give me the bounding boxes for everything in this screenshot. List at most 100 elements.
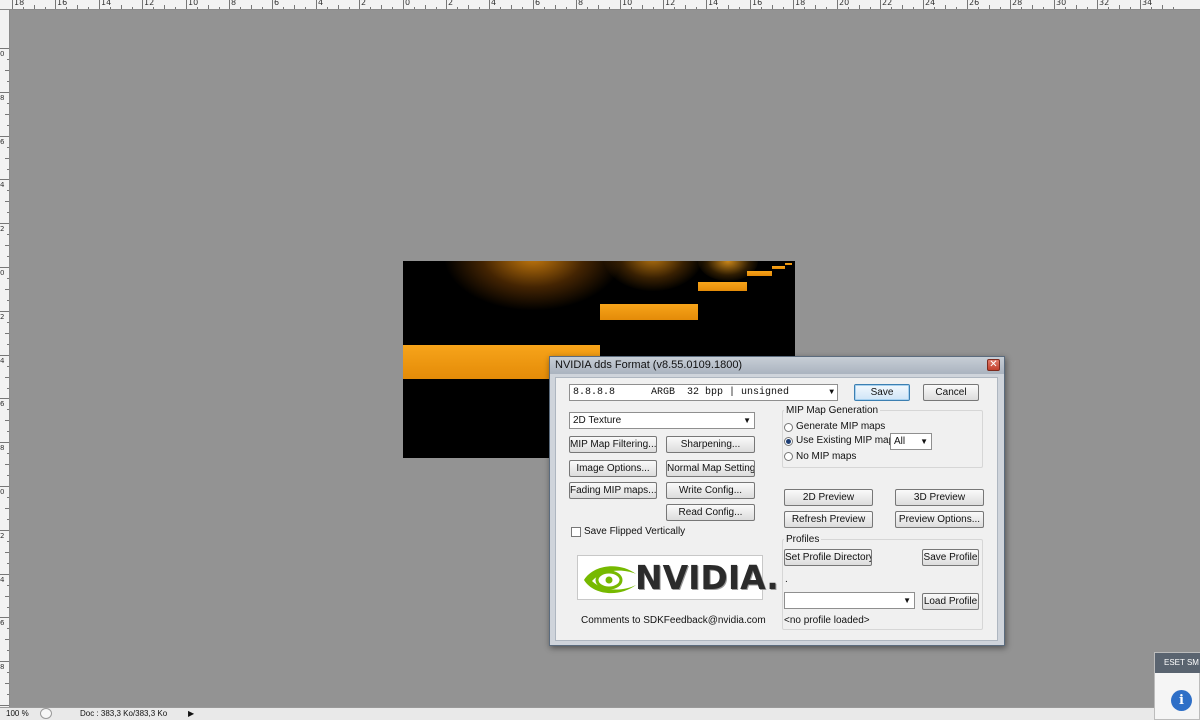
profile-directory-path: . bbox=[785, 574, 788, 585]
status-bar: 100 % Doc : 383,3 Ko/383,3 Ko ▶ bbox=[0, 707, 1200, 720]
ruler-minor-tick bbox=[804, 7, 805, 9]
ruler-tick bbox=[0, 267, 9, 268]
profiles-label: Profiles bbox=[784, 534, 822, 545]
ruler-minor-tick bbox=[5, 596, 9, 597]
ruler-label: 8 bbox=[578, 0, 584, 7]
ruler-label: 2 bbox=[0, 532, 5, 540]
ruler-minor-tick bbox=[7, 607, 9, 608]
no-mip-radio[interactable] bbox=[784, 452, 793, 461]
light-strip bbox=[785, 263, 792, 265]
ruler-label: 12 bbox=[665, 0, 676, 7]
profile-status-text: <no profile loaded> bbox=[784, 615, 870, 626]
image-options-button[interactable]: Image Options... bbox=[569, 460, 657, 477]
ruler-minor-tick bbox=[7, 103, 9, 104]
ruler-minor-tick bbox=[7, 541, 9, 542]
preview-options-button[interactable]: Preview Options... bbox=[895, 511, 984, 528]
ruler-minor-tick bbox=[7, 125, 9, 126]
save-button[interactable]: Save bbox=[854, 384, 910, 401]
ruler-tick bbox=[446, 0, 447, 9]
cancel-button[interactable]: Cancel bbox=[923, 384, 979, 401]
ruler-minor-tick bbox=[7, 694, 9, 695]
read-config-button[interactable]: Read Config... bbox=[666, 504, 755, 521]
ruler-minor-tick bbox=[728, 5, 729, 9]
ruler-minor-tick bbox=[7, 278, 9, 279]
light-strip bbox=[772, 266, 785, 269]
ruler-minor-tick bbox=[1032, 5, 1033, 9]
ruler-minor-tick bbox=[175, 7, 176, 9]
texture-type-select[interactable]: 2D Texture ▼ bbox=[569, 412, 755, 429]
close-button[interactable]: ✕ bbox=[987, 359, 1000, 371]
ruler-minor-tick bbox=[642, 5, 643, 9]
zoom-icon[interactable] bbox=[40, 708, 52, 719]
ruler-label: 10 bbox=[188, 0, 199, 7]
ruler-minor-tick bbox=[631, 7, 632, 9]
ruler-tick bbox=[99, 0, 100, 9]
ruler-tick bbox=[620, 0, 621, 9]
ruler-minor-tick bbox=[34, 5, 35, 9]
ruler-minor-tick bbox=[5, 158, 9, 159]
normal-map-settings-button[interactable]: Normal Map Settings... bbox=[666, 460, 755, 477]
ruler-label: 0 bbox=[405, 0, 411, 7]
ruler-minor-tick bbox=[522, 7, 523, 9]
ruler-tick bbox=[967, 0, 968, 9]
sharpening-button[interactable]: Sharpening... bbox=[666, 436, 755, 453]
profile-select[interactable]: ▼ bbox=[784, 592, 915, 609]
ruler-minor-tick bbox=[1151, 7, 1152, 9]
status-menu-arrow-icon[interactable]: ▶ bbox=[188, 709, 194, 718]
ruler-tick bbox=[576, 0, 577, 9]
ruler-label: 6 bbox=[274, 0, 280, 7]
ruler-minor-tick bbox=[7, 431, 9, 432]
ruler-minor-tick bbox=[370, 7, 371, 9]
ruler-label: 32 bbox=[1099, 0, 1110, 7]
eset-header: ESET SM bbox=[1155, 653, 1200, 673]
ruler-minor-tick bbox=[5, 333, 9, 334]
ruler-label: 6 bbox=[535, 0, 541, 7]
ruler-tick bbox=[0, 136, 9, 137]
generate-mip-radio[interactable] bbox=[784, 423, 793, 432]
2d-preview-button[interactable]: 2D Preview bbox=[784, 489, 873, 506]
ruler-label: 8 bbox=[0, 663, 5, 671]
ruler-vertical[interactable]: 0864202468024682 bbox=[0, 10, 10, 707]
light-glow bbox=[603, 261, 703, 291]
save-profile-button[interactable]: Save Profile bbox=[922, 549, 979, 566]
mip-map-filtering-button[interactable]: MIP Map Filtering... bbox=[569, 436, 657, 453]
ruler-minor-tick bbox=[5, 508, 9, 509]
ruler-minor-tick bbox=[251, 5, 252, 9]
ruler-minor-tick bbox=[240, 7, 241, 9]
write-config-button[interactable]: Write Config... bbox=[666, 482, 755, 499]
fading-mip-maps-button[interactable]: Fading MIP maps... bbox=[569, 482, 657, 499]
ruler-tick bbox=[1097, 0, 1098, 9]
3d-preview-button[interactable]: 3D Preview bbox=[895, 489, 984, 506]
save-flipped-checkbox[interactable] bbox=[571, 527, 581, 537]
ruler-minor-tick bbox=[848, 7, 849, 9]
load-profile-button[interactable]: Load Profile bbox=[922, 593, 979, 610]
eset-notification[interactable]: ESET SM i bbox=[1154, 652, 1200, 720]
ruler-minor-tick bbox=[349, 7, 350, 9]
ruler-minor-tick bbox=[7, 409, 9, 410]
ruler-label: 2 bbox=[0, 225, 5, 233]
ruler-minor-tick bbox=[77, 5, 78, 9]
zoom-level[interactable]: 100 % bbox=[6, 709, 29, 718]
ruler-minor-tick bbox=[121, 5, 122, 9]
dialog-titlebar[interactable]: NVIDIA dds Format (v8.55.0109.1800) ✕ bbox=[550, 357, 1004, 374]
mip-count-select[interactable]: All ▼ bbox=[890, 433, 932, 450]
ruler-minor-tick bbox=[1119, 5, 1120, 9]
ruler-tick bbox=[0, 442, 9, 443]
ruler-tick bbox=[923, 0, 924, 9]
set-profile-directory-button[interactable]: Set Profile Directory bbox=[784, 549, 872, 566]
ruler-minor-tick bbox=[414, 7, 415, 9]
ruler-minor-tick bbox=[555, 5, 556, 9]
info-icon[interactable]: i bbox=[1171, 690, 1192, 711]
ruler-label: 8 bbox=[231, 0, 237, 7]
ruler-tick bbox=[359, 0, 360, 9]
ruler-minor-tick bbox=[5, 377, 9, 378]
ruler-tick bbox=[750, 0, 751, 9]
ruler-minor-tick bbox=[110, 7, 111, 9]
refresh-preview-button[interactable]: Refresh Preview bbox=[784, 511, 873, 528]
use-existing-mip-radio[interactable] bbox=[784, 437, 793, 446]
ruler-minor-tick bbox=[1130, 7, 1131, 9]
ruler-minor-tick bbox=[7, 366, 9, 367]
ruler-label: 20 bbox=[839, 0, 850, 7]
ruler-horizontal[interactable]: 18 16 14 12 10 8 6 4 2 0 2 4 6 8 10 12 14 16 18 20 22 24 26 28 3… bbox=[0, 0, 1200, 10]
format-select[interactable]: 8.8.8.8 ARGB 32 bpp | unsigned ▼ bbox=[569, 384, 838, 401]
